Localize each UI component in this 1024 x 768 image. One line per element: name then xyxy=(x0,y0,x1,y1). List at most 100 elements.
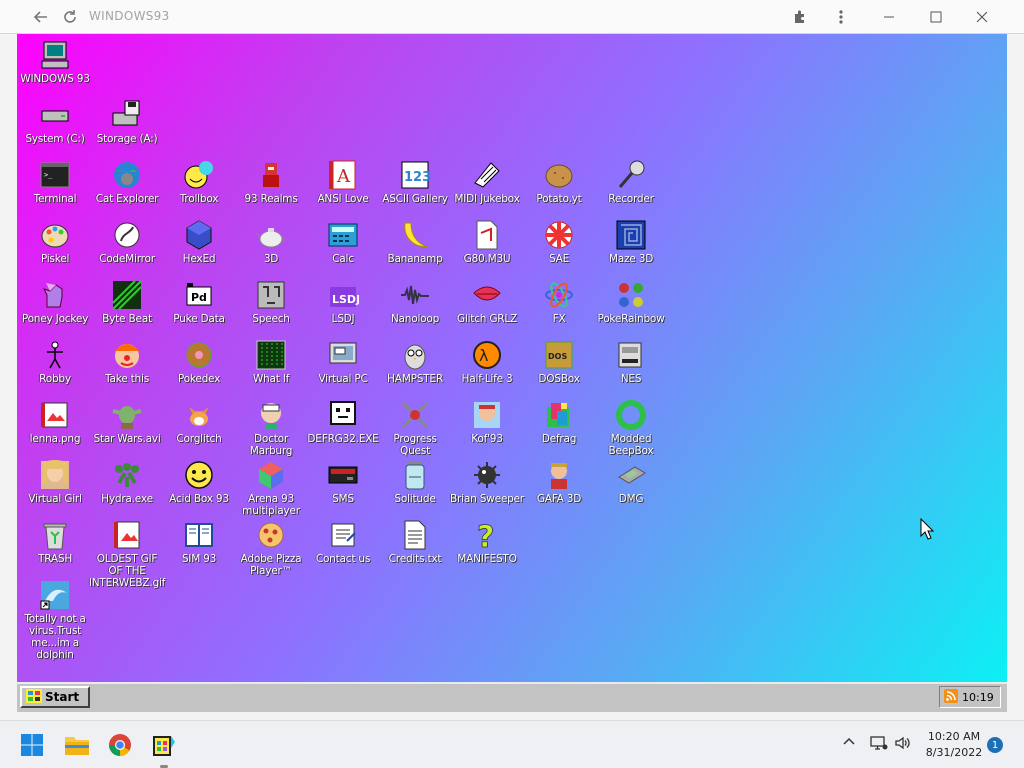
desktop-icon[interactable]: Totally not a virus.Trust me...im a dolp… xyxy=(17,578,93,661)
desktop-icon[interactable]: HexEd xyxy=(161,218,237,265)
desktop-icon-label: Maze 3D xyxy=(608,253,654,265)
rss-feed-icon[interactable] xyxy=(944,688,958,706)
desktop-icon[interactable]: Poney Jockey xyxy=(17,278,93,325)
system-clock[interactable]: 10:20 AM 8/31/2022 xyxy=(918,729,990,761)
desktop-icon[interactable]: ? MANIFESTO xyxy=(449,518,525,565)
desktop-icon[interactable]: Bananamp xyxy=(377,218,453,265)
desktop-icon[interactable]: What If xyxy=(233,338,309,385)
desktop-icon[interactable]: 123 ASCII Gallery xyxy=(377,158,453,205)
desktop-icon[interactable]: Hydra.exe xyxy=(89,458,165,505)
desktop-icon[interactable]: TRASH xyxy=(17,518,93,565)
desktop-icon[interactable]: LSDJ LSDJ xyxy=(305,278,381,325)
desktop-icon[interactable]: System (C:) xyxy=(17,98,93,145)
desktop-icon[interactable]: G80.M3U xyxy=(449,218,525,265)
file-explorer-icon[interactable] xyxy=(61,729,93,761)
desktop-icon[interactable]: DMG xyxy=(593,458,669,505)
desktop-icon[interactable]: Piskel xyxy=(17,218,93,265)
desktop-icon[interactable]: Solitude xyxy=(377,458,453,505)
desktop-icon[interactable]: PokeRainbow xyxy=(593,278,669,325)
waveform-icon xyxy=(398,278,432,312)
back-arrow-icon[interactable] xyxy=(27,4,55,30)
desktop-icon[interactable]: FX xyxy=(521,278,597,325)
desktop-icon[interactable]: Corglitch xyxy=(161,398,237,445)
desktop-icon-label: Trollbox xyxy=(179,193,219,205)
desktop-icon[interactable]: Star Wars.avi xyxy=(89,398,165,445)
virtual-pc-icon xyxy=(326,338,360,372)
desktop-icon[interactable]: Credits.txt xyxy=(377,518,453,565)
desktop-icon[interactable]: GAFA 3D xyxy=(521,458,597,505)
desktop-icon[interactable]: SIM 93 xyxy=(161,518,237,565)
maximize-icon[interactable] xyxy=(922,4,950,30)
desktop-icon[interactable]: Doctor Marburg xyxy=(233,398,309,457)
image-file-icon xyxy=(38,398,72,432)
desktop-icon[interactable]: Trollbox xyxy=(161,158,237,205)
desktop-icon[interactable]: >_ Terminal xyxy=(17,158,93,205)
reload-icon[interactable] xyxy=(56,4,84,30)
desktop-icon[interactable]: DEFRG32.EXE xyxy=(305,398,381,445)
desktop-icon-label: Modded BeepBox xyxy=(608,433,654,457)
desktop-icon-label: Progress Quest xyxy=(393,433,437,457)
desktop-icon[interactable]: OLDEST GIF OF THE INTERWEBZ.gif xyxy=(89,518,165,589)
more-menu-icon[interactable] xyxy=(827,4,855,30)
nes-console-icon xyxy=(614,338,648,372)
volume-icon[interactable] xyxy=(894,734,912,756)
desktop-icon[interactable]: Calc xyxy=(305,218,381,265)
desktop-icon[interactable]: Brian Sweeper xyxy=(449,458,525,505)
windows-start-icon[interactable] xyxy=(16,729,48,761)
desktop-icon[interactable]: CodeMirror xyxy=(89,218,165,265)
desktop-icon-label: lenna.png xyxy=(29,433,81,445)
desktop-icon[interactable]: WINDOWS 93 xyxy=(17,38,93,85)
desktop-icon[interactable]: Cat Explorer xyxy=(89,158,165,205)
chrome-browser-icon[interactable] xyxy=(104,729,136,761)
desktop-icon[interactable]: Kof'93 xyxy=(449,398,525,445)
network-icon[interactable] xyxy=(870,735,888,755)
text-file-icon xyxy=(398,518,432,552)
notification-badge[interactable]: 1 xyxy=(987,737,1003,753)
desktop-icon[interactable]: Glitch GRLZ xyxy=(449,278,525,325)
desktop-icon[interactable]: Speech xyxy=(233,278,309,325)
desktop-icon[interactable]: Storage (A:) xyxy=(89,98,165,145)
desktop-icon[interactable]: SAE xyxy=(521,218,597,265)
desktop-icon[interactable]: MIDI Jukebox xyxy=(449,158,525,205)
desktop-icon[interactable]: Recorder xyxy=(593,158,669,205)
desktop-icon[interactable]: Pokedex xyxy=(161,338,237,385)
desktop-icon[interactable]: 93 Realms xyxy=(233,158,309,205)
desktop-icon[interactable]: Take this xyxy=(89,338,165,385)
svg-text:LSDJ: LSDJ xyxy=(332,293,359,306)
desktop-icon[interactable]: Pd Puke Data xyxy=(161,278,237,325)
desktop-icon-label: MIDI Jukebox xyxy=(454,193,520,205)
desktop-icon[interactable]: Modded BeepBox xyxy=(593,398,669,457)
desktop-icon[interactable]: Nanoloop xyxy=(377,278,453,325)
desktop-icon[interactable]: DOS DOSBox xyxy=(521,338,597,385)
tray-overflow-chevron-icon[interactable] xyxy=(842,735,856,753)
desktop-icon[interactable]: Acid Box 93 xyxy=(161,458,237,505)
desktop-icon[interactable]: Virtual PC xyxy=(305,338,381,385)
desktop-icon[interactable]: Defrag xyxy=(521,398,597,445)
desktop-icon[interactable]: lenna.png xyxy=(17,398,93,445)
desktop-icon[interactable]: Arena 93 multiplayer xyxy=(233,458,309,517)
desktop-icon[interactable]: Contact us xyxy=(305,518,381,565)
desktop-icon[interactable]: Adobe Pizza Player™ xyxy=(233,518,309,577)
desktop-icon[interactable]: Potato.yt xyxy=(521,158,597,205)
windows93-app-icon[interactable] xyxy=(148,729,180,761)
desktop-icon[interactable]: Progress Quest xyxy=(377,398,453,457)
desktop-icon[interactable]: Virtual Girl xyxy=(17,458,93,505)
desktop-icon[interactable]: 3D xyxy=(233,218,309,265)
extensions-puzzle-icon[interactable] xyxy=(786,4,814,30)
desktop-icon[interactable]: HAMPSTER xyxy=(377,338,453,385)
desktop-icon[interactable]: NES xyxy=(593,338,669,385)
close-icon[interactable] xyxy=(968,4,996,30)
desktop-icon[interactable]: λ Half-Life 3 xyxy=(449,338,525,385)
desktop-icon[interactable]: A ANSI Love xyxy=(305,158,381,205)
minimize-icon[interactable] xyxy=(875,4,903,30)
desktop-icon[interactable]: Byte Beat xyxy=(89,278,165,325)
desktop-icon-label: Robby xyxy=(39,373,71,385)
w93-desktop[interactable]: WINDOWS 93 System (C:) Storage (A:) >_ Termi… xyxy=(17,34,1007,682)
desktop-icon-label: Solitude xyxy=(394,493,436,505)
desktop-icon[interactable]: Robby xyxy=(17,338,93,385)
speech-face-icon xyxy=(254,278,288,312)
desktop-icon[interactable]: Maze 3D xyxy=(593,218,669,265)
desktop-icon[interactable]: SMS xyxy=(305,458,381,505)
lips-icon xyxy=(470,278,504,312)
w93-start-button[interactable]: Start xyxy=(20,686,90,708)
